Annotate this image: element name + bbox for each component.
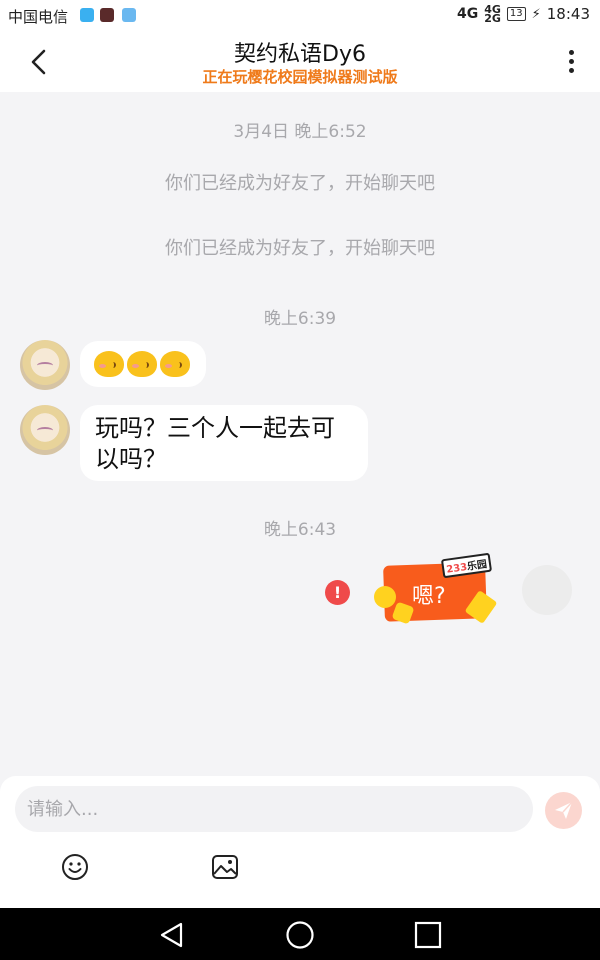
sticker-logo-number: 233 bbox=[445, 561, 468, 576]
image-icon[interactable] bbox=[210, 852, 240, 882]
kiss-emoji-icon bbox=[127, 351, 157, 377]
triangle-back-icon[interactable] bbox=[157, 920, 187, 950]
send-failed-icon[interactable]: ! bbox=[325, 580, 350, 605]
emoji-group bbox=[94, 351, 193, 385]
message-input[interactable] bbox=[15, 786, 529, 832]
my-avatar[interactable] bbox=[522, 565, 572, 615]
status-bar: 中国电信 4G 4G 2G 13 ⚡ 18:43 bbox=[0, 0, 600, 32]
app-notification-icon bbox=[122, 8, 136, 22]
battery-icon: 13 bbox=[506, 7, 526, 21]
message-line: 以吗？ bbox=[95, 445, 167, 473]
text-message-bubble[interactable]: 玩吗？三个人一起去可 以吗？ bbox=[80, 405, 368, 481]
system-navigation-bar bbox=[0, 908, 600, 960]
system-message: 你们已经成为好友了，开始聊天吧 bbox=[165, 238, 435, 259]
chat-subtitle: 正在玩樱花校园模拟器测试版 bbox=[202, 68, 398, 86]
message-line: 玩吗？三个人一起去可 bbox=[95, 414, 335, 442]
send-icon bbox=[555, 801, 573, 819]
smiley-sticker-icon bbox=[374, 586, 396, 608]
chat-title: 契约私语Dy6 bbox=[234, 42, 366, 67]
sticker-text: 嗯? bbox=[412, 584, 446, 609]
send-button[interactable] bbox=[545, 792, 582, 829]
timestamp: 晚上6:39 bbox=[263, 309, 337, 329]
app-notification-icon bbox=[80, 8, 94, 22]
kiss-emoji-icon bbox=[94, 351, 124, 377]
more-vertical-icon[interactable] bbox=[564, 50, 578, 76]
charging-icon: ⚡ bbox=[531, 6, 541, 22]
network-type: 4G bbox=[456, 6, 479, 22]
sticker-message[interactable]: 嗯? 233乐园 bbox=[372, 552, 498, 628]
app-notification-icon bbox=[100, 8, 114, 22]
emoji-message-bubble[interactable] bbox=[80, 341, 206, 387]
circle-home-icon[interactable] bbox=[285, 920, 315, 950]
sticker-logo-text: 乐园 bbox=[466, 559, 488, 573]
avatar[interactable] bbox=[20, 340, 70, 390]
system-message: 你们已经成为好友了，开始聊天吧 bbox=[165, 173, 435, 194]
message-input-wrapper bbox=[15, 786, 533, 832]
chat-header: 契约私语Dy6 正在玩樱花校园模拟器测试版 bbox=[0, 32, 600, 92]
timestamp: 晚上6:43 bbox=[263, 520, 337, 540]
composer bbox=[0, 776, 600, 908]
kiss-emoji-icon bbox=[160, 351, 190, 377]
carrier-name: 中国电信 bbox=[8, 8, 69, 26]
clock: 18:43 bbox=[546, 5, 590, 23]
avatar[interactable] bbox=[20, 405, 70, 455]
status-right: 4G 4G 2G 13 ⚡ 18:43 bbox=[456, 4, 590, 25]
square-recent-icon[interactable] bbox=[413, 920, 443, 950]
network-small: 4G 2G bbox=[484, 4, 501, 25]
smiley-icon[interactable] bbox=[60, 852, 90, 882]
timestamp: 3月4日 晚上6:52 bbox=[233, 122, 367, 142]
network-small-bottom: 2G bbox=[484, 12, 501, 25]
